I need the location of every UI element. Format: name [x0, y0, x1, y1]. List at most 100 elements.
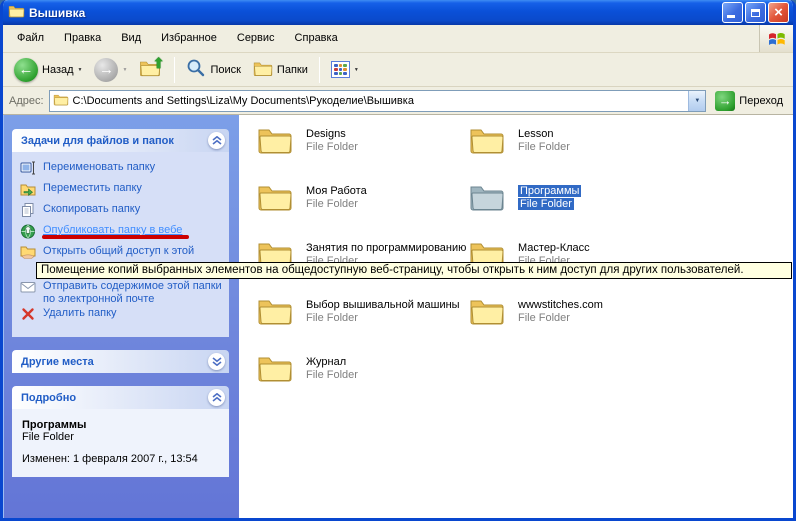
folders-icon	[253, 60, 273, 80]
details-header[interactable]: Подробно	[12, 386, 229, 409]
chevron-down-icon[interactable]	[208, 353, 225, 370]
views-button[interactable]: ▼	[326, 59, 364, 80]
copy-icon	[20, 202, 36, 218]
address-path: C:\Documents and Settings\Liza\My Docume…	[73, 95, 685, 107]
go-button[interactable]: → Переход	[711, 91, 787, 111]
task-item[interactable]: Опубликовать папку в вебе	[20, 223, 223, 244]
other-places-header[interactable]: Другие места	[12, 350, 229, 373]
folder-tile[interactable]: Журнал File Folder	[257, 353, 469, 389]
menu-item[interactable]: Вид	[111, 25, 151, 52]
folder-tile[interactable]: Программы File Folder	[469, 182, 793, 218]
folder-icon	[53, 93, 69, 109]
details-panel: Подробно Программы File Folder Изменен: …	[12, 386, 229, 477]
other-places-panel: Другие места	[12, 350, 229, 373]
rename-icon	[20, 160, 36, 176]
forward-button[interactable]: → ▼	[89, 56, 132, 84]
folder-tile[interactable]: Моя Работа File Folder	[257, 182, 469, 218]
other-places-title: Другие места	[21, 356, 94, 368]
share-icon	[20, 244, 36, 260]
windows-logo-icon	[759, 25, 793, 52]
email-icon	[20, 279, 36, 295]
search-button[interactable]: Поиск	[181, 56, 245, 83]
tasks-panel: Задачи для файлов и папок Переименовать …	[12, 129, 229, 337]
folder-name: Программы	[518, 185, 581, 197]
delete-icon	[20, 306, 36, 322]
folder-name: wwwstitches.com	[518, 299, 603, 311]
folder-icon	[257, 353, 293, 383]
window-title: Вышивка	[29, 6, 718, 20]
close-button[interactable]: ×	[768, 2, 789, 23]
folder-name: Журнал	[306, 356, 346, 368]
folder-tile[interactable]: Designs File Folder	[257, 125, 469, 161]
task-item[interactable]: Скопировать папку	[20, 202, 223, 223]
red-underline-annotation	[42, 235, 189, 239]
maximize-button[interactable]	[745, 2, 766, 23]
folder-view: Designs File Folder Lesson File Folder М…	[239, 115, 793, 519]
tasks-panel-title: Задачи для файлов и папок	[21, 135, 174, 147]
folder-icon	[469, 125, 505, 155]
toolbar: ← Назад ▼ → ▼ ⬆ Поиск Папк	[3, 53, 793, 87]
views-icon	[331, 61, 350, 78]
back-dropdown-icon[interactable]: ▼	[78, 67, 83, 73]
folder-type: File Folder	[306, 198, 358, 210]
minimize-button[interactable]	[722, 2, 743, 23]
chevron-up-icon[interactable]	[208, 389, 225, 406]
back-button[interactable]: ← Назад ▼	[9, 56, 87, 84]
folder-name: Выбор вышивальной машины	[306, 299, 460, 311]
move-icon	[20, 181, 36, 197]
tasks-panel-header[interactable]: Задачи для файлов и папок	[12, 129, 229, 152]
toolbar-separator	[319, 57, 320, 83]
toolbar-separator	[174, 57, 175, 83]
menu-item[interactable]: Справка	[285, 25, 348, 52]
details-item-type: File Folder	[22, 431, 219, 443]
search-icon	[186, 58, 206, 81]
folder-icon	[257, 125, 293, 155]
folder-icon	[257, 296, 293, 326]
folder-name: Мастер-Класс	[518, 242, 590, 254]
address-dropdown-button[interactable]: ▼	[688, 91, 705, 111]
minimize-icon	[727, 15, 735, 18]
task-item[interactable]: Переименовать папку	[20, 160, 223, 181]
menu-bar: ФайлПравкаВидИзбранноеСервисСправка	[3, 25, 793, 53]
details-item-modified: Изменен: 1 февраля 2007 г., 13:54	[22, 453, 219, 465]
folder-name: Занятия по программированию	[306, 242, 466, 254]
menu-item[interactable]: Файл	[7, 25, 54, 52]
folder-tile[interactable]: Lesson File Folder	[469, 125, 793, 161]
title-bar[interactable]: Вышивка ×	[3, 0, 793, 25]
explorer-window: Вышивка × ФайлПравкаВидИзбранноеСервисСп…	[0, 0, 796, 521]
address-bar: Адрес: C:\Documents and Settings\Liza\My…	[3, 87, 793, 115]
folder-type: File Folder	[306, 312, 358, 324]
task-item[interactable]: Отправить содержимое этой папки по элект…	[20, 279, 223, 306]
publish-icon	[20, 223, 36, 239]
back-icon: ←	[14, 58, 38, 82]
views-dropdown-icon[interactable]: ▼	[354, 67, 359, 73]
menu-item[interactable]: Избранное	[151, 25, 227, 52]
address-input[interactable]: C:\Documents and Settings\Liza\My Docume…	[49, 90, 707, 112]
menu-item[interactable]: Правка	[54, 25, 111, 52]
task-item[interactable]: Удалить папку	[20, 306, 223, 327]
folder-name: Lesson	[518, 128, 553, 140]
forward-icon: →	[94, 58, 118, 82]
go-label: Переход	[739, 95, 783, 107]
folders-button[interactable]: Папки	[248, 58, 313, 82]
back-label: Назад	[42, 64, 74, 76]
go-arrow-icon: →	[715, 91, 735, 111]
folder-icon	[257, 182, 293, 212]
up-button[interactable]: ⬆	[134, 57, 168, 83]
folder-tile[interactable]: Выбор вышивальной машины File Folder	[257, 296, 469, 332]
folders-label: Папки	[277, 64, 308, 76]
task-item[interactable]: Переместить папку	[20, 181, 223, 202]
chevron-up-icon[interactable]	[208, 132, 225, 149]
menu-item[interactable]: Сервис	[227, 25, 285, 52]
folder-name: Моя Работа	[306, 185, 367, 197]
folder-type: File Folder	[518, 312, 570, 324]
address-label: Адрес:	[9, 95, 44, 107]
search-label: Поиск	[210, 64, 240, 76]
folder-type: File Folder	[518, 141, 570, 153]
forward-dropdown-icon: ▼	[122, 67, 127, 73]
folder-name: Designs	[306, 128, 346, 140]
details-item-name: Программы	[22, 419, 219, 431]
folder-tile[interactable]: wwwstitches.com File Folder	[469, 296, 793, 332]
folder-icon	[469, 296, 505, 326]
sidebar: Задачи для файлов и папок Переименовать …	[3, 115, 239, 519]
